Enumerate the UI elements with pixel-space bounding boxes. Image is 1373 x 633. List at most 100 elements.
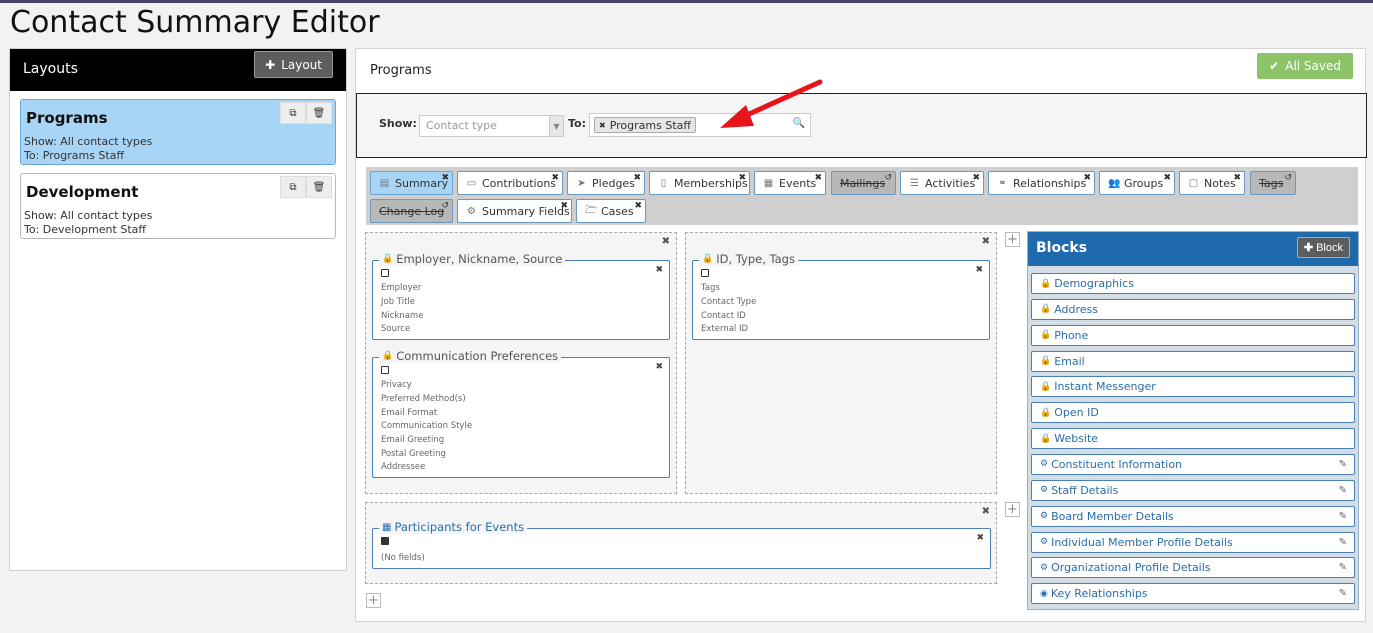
block-participants-for-events[interactable]: ▦ Participants for Events ✖ (No fields) <box>372 520 991 569</box>
palette-block-staff-details[interactable]: ⚙ Staff Details ✎ <box>1031 479 1355 501</box>
tab-relationships[interactable]: ⚭ Relationships ✖ <box>988 171 1095 195</box>
block-checkbox[interactable] <box>381 269 389 277</box>
all-saved-button[interactable]: ✔ All Saved <box>1257 53 1353 79</box>
close-icon[interactable]: ✖ <box>633 173 641 183</box>
close-icon[interactable]: ✖ <box>655 265 663 275</box>
layout-name: Programs <box>26 109 108 127</box>
add-layout-button[interactable]: ✚ Layout <box>254 51 333 78</box>
close-icon[interactable]: ✖ <box>1233 173 1241 183</box>
layouts-header-title: Layouts <box>23 61 78 77</box>
pencil-icon[interactable]: ✎ <box>1339 459 1347 470</box>
layouts-panel: Layouts ✚ Layout Programs ⧉ 🗑 Show: All … <box>9 48 347 571</box>
close-icon[interactable]: ✖ <box>982 236 990 247</box>
copy-icon[interactable]: ⧉ <box>280 102 306 124</box>
close-icon[interactable]: ✖ <box>975 265 983 275</box>
block-employer-nickname-source[interactable]: 🔒 Employer, Nickname, Source ✖ Employer J… <box>372 252 670 340</box>
tab-memberships[interactable]: ▯ Memberships ✖ <box>649 171 750 195</box>
pencil-icon[interactable]: ✎ <box>1339 485 1347 496</box>
restore-icon[interactable]: ↺ <box>441 201 449 211</box>
close-icon[interactable]: ✖ <box>655 362 663 372</box>
tab-events[interactable]: ▦ Events ✖ <box>754 171 826 195</box>
pencil-icon[interactable]: ✎ <box>1339 511 1347 522</box>
block-checkbox[interactable] <box>381 366 389 374</box>
summary-column-2: ✖ 🔒 ID, Type, Tags ✖ Tags Contact Type Co… <box>685 232 997 494</box>
tab-label: Tags <box>1259 176 1284 190</box>
users-icon: 👥 <box>1108 177 1121 189</box>
layout-card-development[interactable]: Development ⧉ 🗑 Show: All contact types … <box>20 173 336 239</box>
contact-type-select[interactable]: Contact type ▼ <box>419 115 564 137</box>
pencil-icon[interactable]: ✎ <box>1339 588 1347 599</box>
tab-summary-fields[interactable]: ⚙ Summary Fields ✖ <box>457 199 572 223</box>
block-id-type-tags[interactable]: 🔒 ID, Type, Tags ✖ Tags Contact Type Cont… <box>692 252 990 340</box>
palette-block-open-id[interactable]: 🔒 Open ID <box>1031 402 1355 424</box>
block-communication-preferences[interactable]: 🔒 Communication Preferences ✖ Privacy Pre… <box>372 349 670 478</box>
list-icon: ☰ <box>910 177 919 189</box>
palette-block-label: Individual Member Profile Details <box>1051 535 1233 549</box>
tab-notes[interactable]: ▢ Notes ✖ <box>1179 171 1245 195</box>
add-block-button[interactable]: ✚ Block <box>1296 237 1350 258</box>
palette-block-label: Key Relationships <box>1050 587 1148 601</box>
block-checkbox[interactable] <box>381 537 389 545</box>
close-icon[interactable]: ✖ <box>976 533 984 543</box>
tab-mailings[interactable]: Mailings ↺ <box>831 171 896 195</box>
plus-icon: ✚ <box>265 57 276 72</box>
tab-cases[interactable]: 🗁 Cases ✖ <box>576 199 646 223</box>
palette-block-organizational-profile-details[interactable]: ⚙ Organizational Profile Details ✎ <box>1031 557 1355 579</box>
tab-pledges[interactable]: ➤ Pledges ✖ <box>567 171 645 195</box>
block-field: Employer <box>381 283 422 293</box>
restore-icon[interactable]: ↺ <box>1284 173 1292 183</box>
restore-icon[interactable]: ↺ <box>884 173 892 183</box>
tabs-bar: ▤ Summary ✖ ▭ Contributions ✖ ➤ Pledges ✖ ▯ Member… <box>366 167 1358 225</box>
tab-summary[interactable]: ▤ Summary ✖ <box>370 171 453 195</box>
close-icon[interactable]: ✖ <box>738 173 746 183</box>
palette-block-label: Address <box>1054 302 1099 316</box>
close-icon[interactable]: ✖ <box>972 173 980 183</box>
summary-row-2: ✖ ▦ Participants for Events ✖ (No fields) <box>365 502 997 584</box>
close-icon[interactable]: ✖ <box>814 173 822 183</box>
palette-block-key-relationships[interactable]: ◉ Key Relationships ✎ <box>1031 583 1355 605</box>
close-icon[interactable]: ✖ <box>1163 173 1171 183</box>
add-row-button[interactable]: + <box>366 593 381 608</box>
palette-block-label: Board Member Details <box>1051 509 1174 523</box>
layout-card-programs[interactable]: Programs ⧉ 🗑 Show: All contact types To:… <box>20 99 336 165</box>
lock-icon: 🔒 <box>702 254 714 264</box>
tab-activities[interactable]: ☰ Activities ✖ <box>900 171 984 195</box>
close-icon[interactable]: ✖ <box>982 506 990 517</box>
close-icon[interactable]: ✖ <box>560 201 568 211</box>
palette-block-address[interactable]: 🔒 Address <box>1031 298 1355 320</box>
close-icon[interactable]: ✖ <box>634 201 642 211</box>
palette-block-email[interactable]: 🔒 Email <box>1031 350 1355 372</box>
palette-block-board-member-details[interactable]: ⚙ Board Member Details ✎ <box>1031 505 1355 527</box>
copy-icon[interactable]: ⧉ <box>280 176 306 198</box>
palette-block-label: Open ID <box>1054 406 1099 420</box>
tab-tags[interactable]: Tags ↺ <box>1250 171 1296 195</box>
block-field: Email Format <box>381 408 438 418</box>
tab-change-log[interactable]: Change Log ↺ <box>370 199 453 223</box>
close-icon[interactable]: ✖ <box>1083 173 1091 183</box>
close-icon[interactable]: ✖ <box>441 173 449 183</box>
close-icon[interactable]: ✖ <box>551 173 559 183</box>
palette-block-constituent-information[interactable]: ⚙ Constituent Information ✎ <box>1031 453 1355 475</box>
trash-icon[interactable]: 🗑 <box>306 176 332 198</box>
palette-block-instant-messenger[interactable]: 🔒 Instant Messenger <box>1031 376 1355 398</box>
palette-block-label: Staff Details <box>1051 483 1119 497</box>
block-checkbox[interactable] <box>701 269 709 277</box>
tab-groups[interactable]: 👥 Groups ✖ <box>1099 171 1175 195</box>
tab-label: Memberships <box>674 176 748 190</box>
block-field: Tags <box>701 283 720 293</box>
note-icon: ▢ <box>1188 177 1199 189</box>
pencil-icon[interactable]: ✎ <box>1339 562 1347 573</box>
trash-icon[interactable]: 🗑 <box>306 102 332 124</box>
palette-block-label: Website <box>1054 432 1099 446</box>
close-icon[interactable]: ✖ <box>662 236 670 247</box>
add-column-button[interactable]: + <box>1005 502 1020 517</box>
add-column-button[interactable]: + <box>1005 232 1020 247</box>
palette-block-individual-member-profile-details[interactable]: ⚙ Individual Member Profile Details ✎ <box>1031 531 1355 553</box>
remove-chip-icon[interactable]: ✖ <box>599 121 606 130</box>
tab-contributions[interactable]: ▭ Contributions ✖ <box>457 171 563 195</box>
palette-block-phone[interactable]: 🔒 Phone <box>1031 324 1355 346</box>
palette-block-demographics[interactable]: 🔒 Demographics <box>1031 273 1355 294</box>
pencil-icon[interactable]: ✎ <box>1339 537 1347 548</box>
calendar-icon: ▦ <box>763 177 774 189</box>
palette-block-website[interactable]: 🔒 Website <box>1031 428 1355 450</box>
